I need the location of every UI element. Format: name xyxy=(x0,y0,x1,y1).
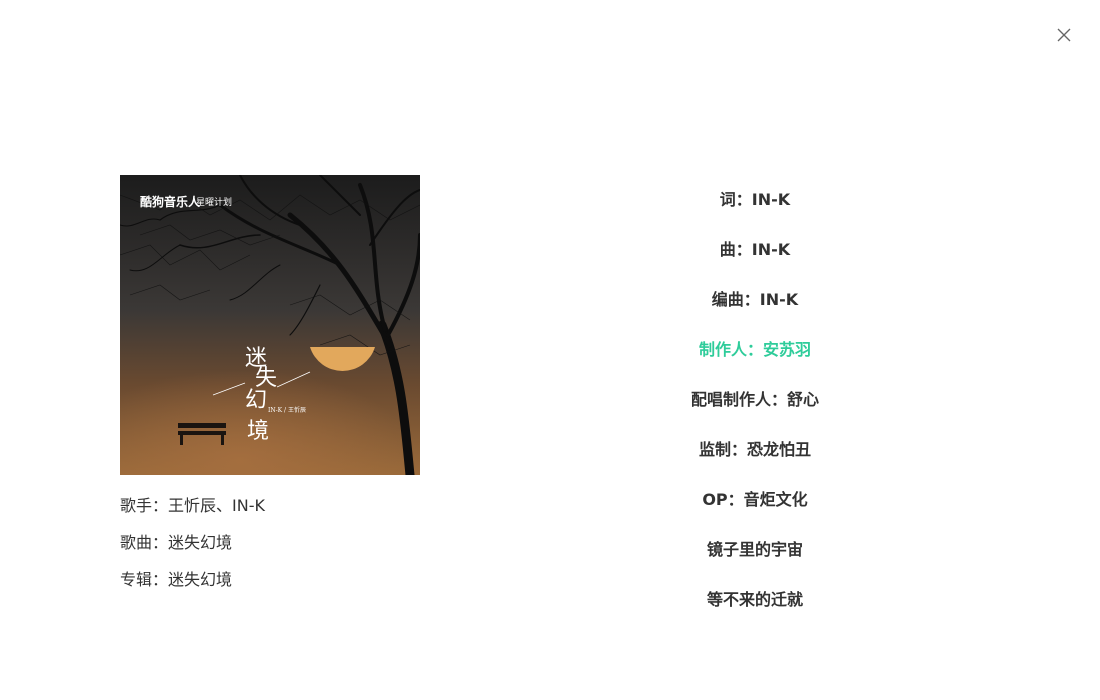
album-label: 专辑： xyxy=(120,570,169,589)
cover-artist-text: IN-K / 王忻辰 xyxy=(268,406,306,414)
album-value[interactable]: 迷失幻境 xyxy=(168,570,232,589)
lyric-line: 镜子里的宇宙 xyxy=(706,540,803,559)
lyric-line: 等不来的迁就 xyxy=(706,590,803,608)
song-value: 迷失幻境 xyxy=(168,533,233,552)
lyric-line: 曲：IN-K xyxy=(719,240,791,259)
singer-label: 歌手： xyxy=(120,496,169,515)
album-row: 专辑：迷失幻境 xyxy=(120,568,480,605)
lyric-line: 监制：恐龙怕丑 xyxy=(698,440,811,459)
close-icon xyxy=(1057,28,1071,42)
cover-title-char-3: 幻 xyxy=(245,388,267,413)
lyric-line-active: 制作人：安苏羽 xyxy=(698,340,811,359)
close-button[interactable] xyxy=(1054,25,1074,45)
lyric-line: 词：IN-K xyxy=(719,190,791,209)
song-row: 歌曲：迷失幻境 xyxy=(120,531,480,568)
song-label: 歌曲： xyxy=(120,533,169,552)
lyric-line: 编曲：IN-K xyxy=(711,290,799,309)
cover-brand-text: 酷狗音乐人 xyxy=(140,194,201,209)
song-info: 歌手：王忻辰、IN-K 歌曲：迷失幻境 专辑：迷失幻境 xyxy=(120,494,480,605)
lyric-line: 配唱制作人：舒心 xyxy=(690,390,819,409)
singer-value[interactable]: 王忻辰、IN-K xyxy=(168,496,265,515)
lyrics-panel[interactable]: 词：IN-K 曲：IN-K 编曲：IN-K 制作人：安苏羽 配唱制作人：舒心 监… xyxy=(600,180,910,608)
cover-title-char-4: 境 xyxy=(247,419,269,444)
cover-plan-text: 星曜计划 xyxy=(196,196,232,208)
album-cover: 酷狗音乐人 星曜计划 迷 失 幻 境 IN-K / 王忻辰 xyxy=(120,175,420,475)
player-page: 酷狗音乐人 星曜计划 迷 失 幻 境 IN-K / 王忻辰 歌手：王忻辰、IN-… xyxy=(0,0,1100,700)
singer-row: 歌手：王忻辰、IN-K xyxy=(120,494,480,531)
lyric-line: OP：音炬文化 xyxy=(702,490,808,509)
